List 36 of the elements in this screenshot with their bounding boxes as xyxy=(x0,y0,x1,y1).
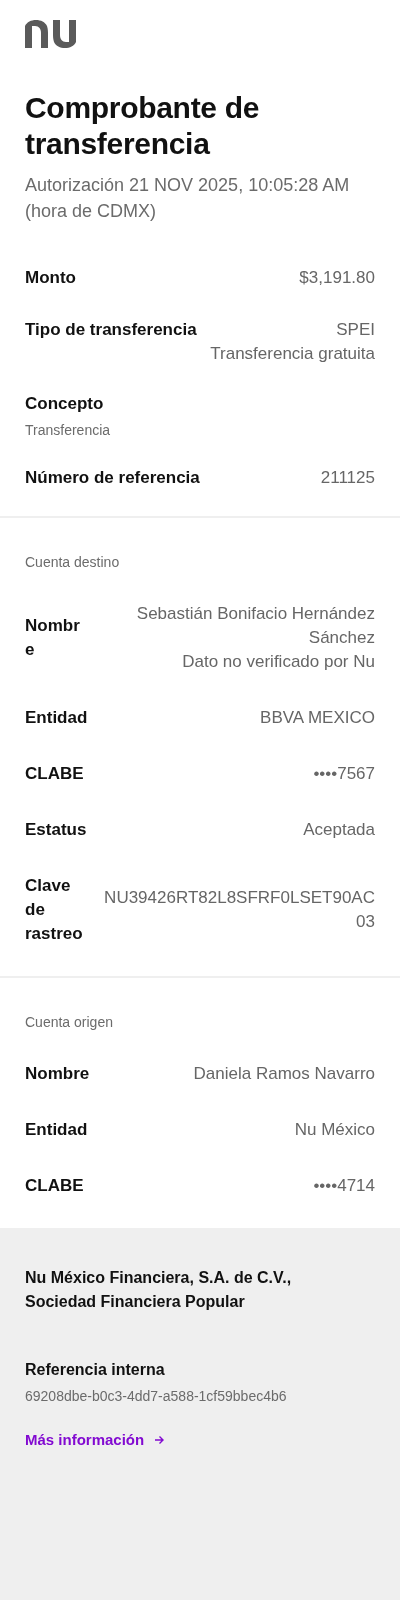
field-value: Dato no verificado por Nu xyxy=(182,651,375,673)
field-value: SPEI xyxy=(336,319,375,341)
field-label: Entidad xyxy=(25,707,88,729)
reference-value: 69208dbe-b0c3-4dd7-a588-1cf59bbec4b6 xyxy=(25,1387,288,1406)
authorization-date: Autorización 21 NOV 2025, 10:05:28 AM (hora de CDMX) xyxy=(25,174,351,223)
field-label: Estatus xyxy=(25,819,88,841)
page-title: Comprobante de transferencia xyxy=(25,90,261,162)
field-label: Clave de rastreo xyxy=(25,875,84,945)
field-value: ••••7567 xyxy=(313,763,375,785)
company-name: Nu México Financiera, S.A. de C.V., Sociedad Financiera Popular xyxy=(25,1268,293,1312)
field-value: NU39426RT82L8SFRF0LSET90AC03 xyxy=(103,887,375,933)
section-heading: Cuenta origen xyxy=(25,1013,114,1032)
field-value: Sebastián Bonifacio Hernández Sánchez xyxy=(135,603,375,649)
field-label: Nombre xyxy=(25,615,81,661)
field-label: Entidad xyxy=(25,1119,88,1141)
field-value: Transferencia xyxy=(25,421,112,440)
field-value: Transferencia gratuita xyxy=(210,343,375,365)
section-heading: Cuenta destino xyxy=(25,553,121,572)
reference-label: Referencia interna xyxy=(25,1360,166,1380)
field-value: Daniela Ramos Navarro xyxy=(193,1063,375,1085)
field-value: $3,191.80 xyxy=(299,267,375,289)
logo-icon xyxy=(25,20,77,48)
field-label: CLABE xyxy=(25,1175,84,1197)
field-label: CLABE xyxy=(25,763,85,785)
field-label: Nombre xyxy=(25,1063,90,1085)
field-value: BBVA MEXICO xyxy=(260,707,375,729)
arrow-right-icon xyxy=(154,1435,165,1445)
field-value: Aceptada xyxy=(303,819,375,841)
field-label: Tipo de transferencia xyxy=(25,319,197,341)
field-label: Concepto xyxy=(25,393,105,415)
field-label: Monto xyxy=(25,267,76,289)
field-value: 211125 xyxy=(320,467,375,489)
more-info-link[interactable]: Más información xyxy=(25,1429,165,1451)
field-value: ••••4714 xyxy=(313,1175,375,1197)
field-label: Número de referencia xyxy=(25,467,200,489)
field-value: Nu México xyxy=(294,1119,375,1141)
